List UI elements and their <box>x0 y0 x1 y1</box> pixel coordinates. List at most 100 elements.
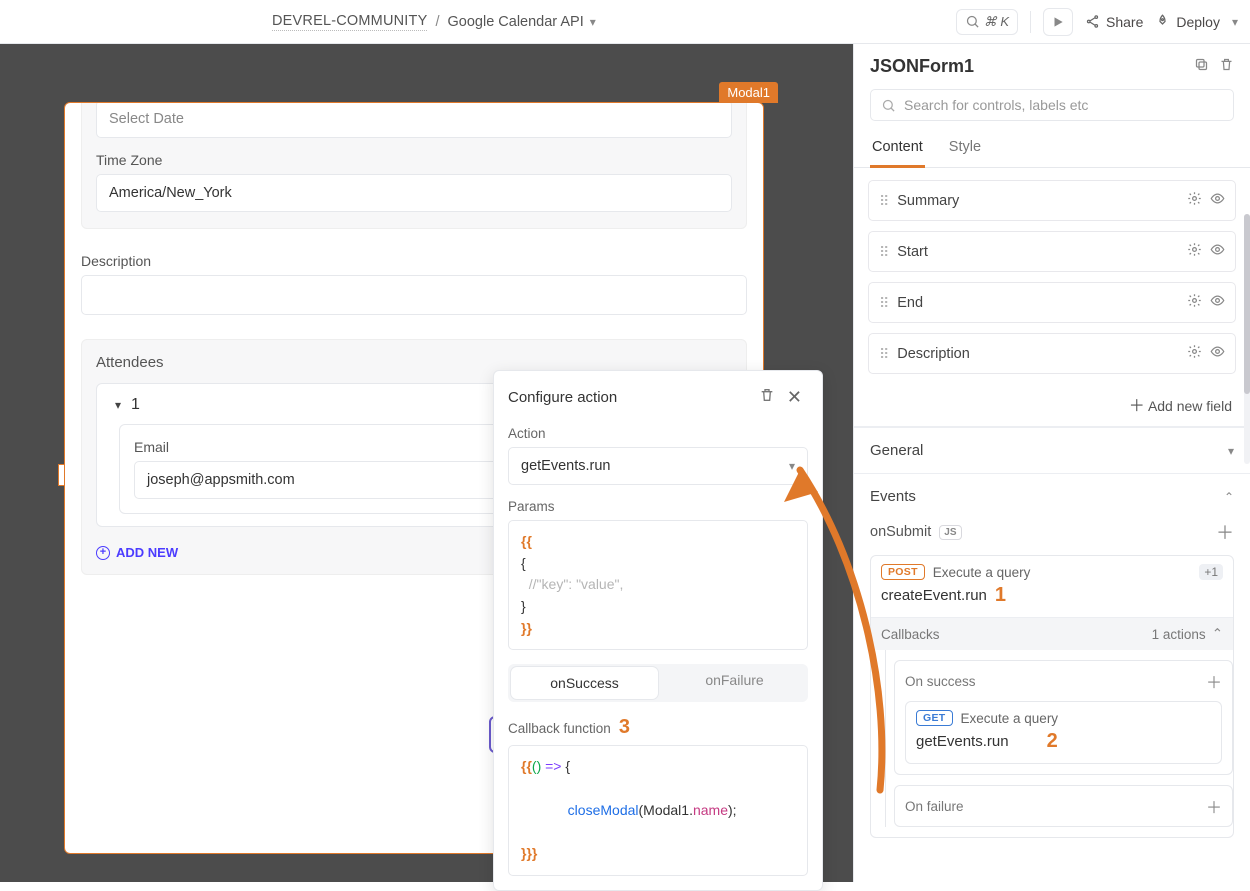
onsubmit-label: onSubmit <box>870 524 931 540</box>
gear-icon[interactable] <box>1187 344 1202 363</box>
panel-tabs: Content Style <box>854 131 1250 168</box>
divider <box>1030 11 1031 33</box>
play-icon <box>1051 15 1065 29</box>
tab-onfailure[interactable]: onFailure <box>661 664 808 702</box>
add-success-action[interactable]: ＋ <box>1206 669 1222 693</box>
scrollbar-thumb[interactable] <box>1244 214 1250 394</box>
widget-title[interactable]: JSONForm1 <box>870 56 1194 77</box>
callback-tabs: onSuccess onFailure <box>508 664 808 702</box>
description-section: Description <box>81 253 747 315</box>
deploy-button[interactable]: Deploy <box>1155 14 1220 30</box>
code-token: () <box>532 758 541 774</box>
code-token: }} <box>521 620 532 636</box>
widget-name-tag[interactable]: Modal1 <box>719 82 778 103</box>
delete-icon[interactable] <box>1219 57 1234 76</box>
chevron-down-icon: ▾ <box>1228 444 1234 458</box>
action-name: getEvents.run <box>916 733 1009 750</box>
tab-onsuccess[interactable]: onSuccess <box>511 667 658 699</box>
code-token: }}} <box>521 845 537 861</box>
on-success-card: On success ＋ GET Execute a query <box>894 660 1233 775</box>
code-token: ); <box>728 802 737 818</box>
add-field-label: Add new field <box>1148 398 1232 414</box>
breadcrumb-app[interactable]: Google Calendar API ▾ <box>448 14 596 30</box>
add-field-button[interactable]: ＋ Add new field <box>854 384 1250 427</box>
section-events-toggle[interactable]: Events ⌃ <box>854 474 1250 519</box>
eye-icon[interactable] <box>1210 191 1225 210</box>
share-label: Share <box>1106 14 1143 30</box>
events-body: onSubmit JS ＋ POST Execute a query +1 cr… <box>854 519 1250 854</box>
field-item-summary[interactable]: ⠿ Summary <box>868 180 1236 221</box>
gear-icon[interactable] <box>1187 242 1202 261</box>
eye-icon[interactable] <box>1210 344 1225 363</box>
timezone-label: Time Zone <box>96 152 732 168</box>
description-input[interactable] <box>81 275 747 315</box>
search-command-button[interactable]: ⌘ K <box>956 9 1018 35</box>
close-icon[interactable]: ✕ <box>781 385 808 410</box>
callbacks-toggle[interactable]: Callbacks 1 actions ⌃ <box>871 617 1233 650</box>
scrollbar-track <box>1244 214 1250 464</box>
configure-action-popover: Configure action ✕ Action getEvents.run … <box>493 370 823 891</box>
breadcrumb: DEVREL-COMMUNITY / Google Calendar API ▾ <box>272 13 596 31</box>
action-label: Action <box>508 426 808 441</box>
action-select[interactable]: getEvents.run ▾ <box>508 447 808 485</box>
grip-icon: ⠿ <box>879 245 889 259</box>
eye-icon[interactable] <box>1210 293 1225 312</box>
date-input[interactable]: Select Date <box>96 103 732 138</box>
js-toggle[interactable]: JS <box>939 525 961 540</box>
breadcrumb-workspace[interactable]: DEVREL-COMMUNITY <box>272 13 427 31</box>
callback-function-label: Callback function <box>508 721 611 736</box>
breadcrumb-app-label: Google Calendar API <box>448 14 584 30</box>
badge-plus1: +1 <box>1199 564 1223 580</box>
field-item-start[interactable]: ⠿ Start <box>868 231 1236 272</box>
section-events: Events ⌃ onSubmit JS ＋ POST Execute a <box>854 473 1250 854</box>
action-card-createevent[interactable]: POST Execute a query +1 createEvent.run … <box>870 555 1234 838</box>
code-token: (Modal1. <box>639 802 693 818</box>
on-success-label: On success <box>905 674 976 689</box>
add-failure-action[interactable]: ＋ <box>1206 794 1222 818</box>
panel-search-input[interactable]: Search for controls, labels etc <box>870 89 1234 121</box>
add-action-button[interactable]: ＋ <box>1216 519 1234 545</box>
tab-style[interactable]: Style <box>947 131 983 167</box>
eye-icon[interactable] <box>1210 242 1225 261</box>
params-label: Params <box>508 499 808 514</box>
code-token: { <box>565 758 570 774</box>
code-token: closeModal <box>560 802 639 818</box>
deploy-chevron-icon[interactable]: ▾ <box>1232 15 1238 29</box>
plus-circle-icon: + <box>96 546 110 560</box>
timezone-input[interactable]: America/New_York <box>96 174 732 212</box>
gear-icon[interactable] <box>1187 191 1202 210</box>
field-item-description[interactable]: ⠿ Description <box>868 333 1236 374</box>
search-icon <box>881 98 896 113</box>
section-general: General ▾ <box>854 427 1250 473</box>
callbacks-label: Callbacks <box>881 627 940 642</box>
run-button[interactable] <box>1043 8 1073 36</box>
copy-icon[interactable] <box>1194 57 1209 76</box>
tab-content[interactable]: Content <box>870 131 925 168</box>
on-failure-label: On failure <box>905 799 964 814</box>
attendee-index: 1 <box>131 396 140 414</box>
field-label: Description <box>897 346 970 362</box>
share-button[interactable]: Share <box>1085 14 1143 30</box>
section-general-toggle[interactable]: General ▾ <box>854 428 1250 473</box>
action-type-label: Execute a query <box>933 565 1031 580</box>
field-label: Summary <box>897 193 959 209</box>
delete-icon[interactable] <box>753 385 781 410</box>
chevron-down-icon: ▾ <box>789 459 795 473</box>
add-new-label: ADD NEW <box>116 545 178 560</box>
annotation-3: 3 <box>619 716 630 739</box>
field-item-end[interactable]: ⠿ End <box>868 282 1236 323</box>
code-token: name <box>693 802 728 818</box>
rocket-icon <box>1155 14 1170 29</box>
callbacks-body: On success ＋ GET Execute a query <box>885 650 1233 827</box>
callback-code-input[interactable]: {{() => { closeModal(Modal1.name); }}} <box>508 745 808 875</box>
configure-title: Configure action <box>508 389 617 406</box>
code-token: { <box>521 553 795 575</box>
datetime-section: Date Time Select Date Time Zone America/… <box>81 103 747 229</box>
description-label: Description <box>81 253 747 269</box>
params-code-input[interactable]: {{ { //"key": "value", } }} <box>508 520 808 650</box>
action-card-getevents[interactable]: GET Execute a query getEvents.run 2 <box>905 701 1222 764</box>
panel-header: JSONForm1 <box>854 44 1250 85</box>
gear-icon[interactable] <box>1187 293 1202 312</box>
top-right-controls: ⌘ K Share Deploy ▾ <box>956 8 1238 36</box>
deploy-label: Deploy <box>1176 14 1220 30</box>
